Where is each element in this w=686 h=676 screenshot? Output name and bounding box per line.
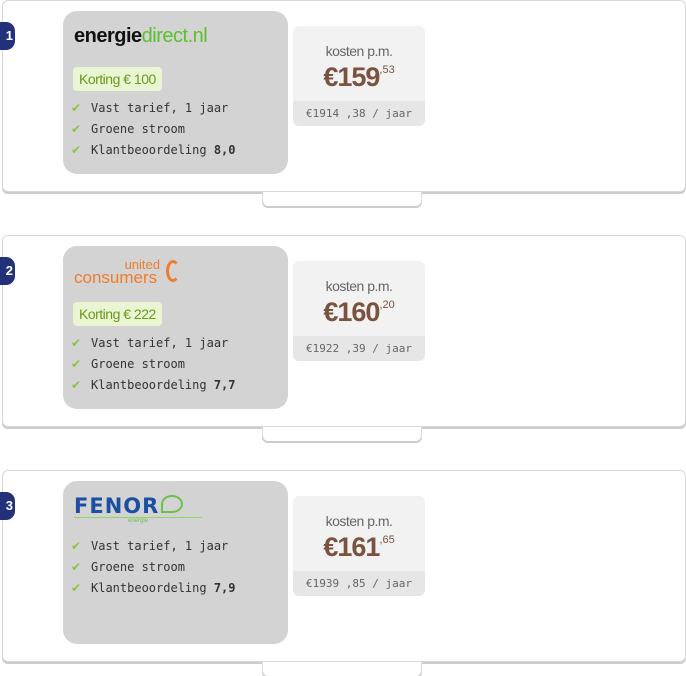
price-main: €160 xyxy=(323,297,380,327)
monthly-price: €161,65 xyxy=(293,532,425,563)
offer-card[interactable]: 2 united consumers Korting € 222 ✔ Vast ta… xyxy=(0,235,686,427)
monthly-price: €160,20 xyxy=(293,297,425,328)
yearly-price: €1922 ,39 / jaar xyxy=(293,336,425,361)
check-icon: ✔ xyxy=(71,581,82,595)
logo-text: FENOR xyxy=(74,494,160,518)
provider-panel[interactable]: energiedirect.nl Korting € 100 ✔ Vast tar… xyxy=(63,11,288,174)
check-icon: ✔ xyxy=(71,378,82,392)
logo-text: consumers xyxy=(74,268,158,287)
yearly-price: €1939 ,85 / jaar xyxy=(293,571,425,596)
feature-item: ✔ Vast tarief, 1 jaar xyxy=(71,539,228,553)
feature-text: Vast tarief, 1 jaar xyxy=(91,539,229,553)
feature-item: ✔ Groene stroom xyxy=(71,357,185,371)
feature-item: ✔ Vast tarief, 1 jaar xyxy=(71,101,228,115)
rating-label: Klantbeoordeling xyxy=(91,143,207,157)
check-icon: ✔ xyxy=(71,122,82,136)
rating-item: ✔ Klantbeoordeling 7,9 xyxy=(71,581,236,595)
price-panel: kosten p.m. €161,65 €1939 ,85 / jaar xyxy=(293,496,425,596)
feature-item: ✔ Groene stroom xyxy=(71,560,185,574)
feature-text: Vast tarief, 1 jaar xyxy=(91,336,229,350)
discount-badge: Korting € 222 xyxy=(73,302,162,326)
check-icon: ✔ xyxy=(71,143,82,157)
feature-text: Groene stroom xyxy=(91,560,185,574)
check-icon: ✔ xyxy=(71,357,82,371)
cost-label: kosten p.m. xyxy=(325,43,393,59)
rating-item: ✔ Klantbeoordeling 7,7 xyxy=(71,378,236,392)
cost-label: kosten p.m. xyxy=(325,278,393,294)
monthly-price: €159,53 xyxy=(293,62,425,93)
provider-logo: united consumers xyxy=(74,258,180,287)
provider-logo: energiedirect.nl xyxy=(74,25,208,51)
price-cents: ,53 xyxy=(379,64,395,76)
price-main: €161 xyxy=(323,532,380,562)
offer-card[interactable]: 3 FENOR energie ✔ Vast tarief, 1 jaar ✔ Groe… xyxy=(0,470,686,662)
logo-c-icon xyxy=(166,260,180,282)
discount-badge: Korting € 100 xyxy=(73,67,162,91)
rating-value: 8,0 xyxy=(213,143,236,157)
card-tab xyxy=(262,427,422,441)
logo-text: energie xyxy=(74,517,202,524)
price-panel: kosten p.m. €160,20 €1922 ,39 / jaar xyxy=(293,261,425,361)
provider-panel[interactable]: FENOR energie ✔ Vast tarief, 1 jaar ✔ Groene… xyxy=(63,481,288,644)
yearly-price: €1914 ,38 / jaar xyxy=(293,101,425,126)
check-icon: ✔ xyxy=(71,101,82,115)
leaf-icon xyxy=(161,495,184,513)
price-main: €159 xyxy=(323,62,380,92)
feature-text: Groene stroom xyxy=(91,122,185,136)
card-tab xyxy=(262,662,422,676)
card-tab xyxy=(262,192,422,206)
check-icon: ✔ xyxy=(71,539,82,553)
feature-text: Vast tarief, 1 jaar xyxy=(91,101,229,115)
rank-badge: 3 xyxy=(0,492,15,520)
provider-logo: FENOR energie xyxy=(74,494,202,524)
cost-label: kosten p.m. xyxy=(325,513,393,529)
price-panel: kosten p.m. €159,53 €1914 ,38 / jaar xyxy=(293,26,425,126)
rating-item: ✔ Klantbeoordeling 8,0 xyxy=(71,143,236,157)
provider-panel[interactable]: united consumers Korting € 222 ✔ Vast tari… xyxy=(63,246,288,409)
check-icon: ✔ xyxy=(71,560,82,574)
price-cents: ,65 xyxy=(379,534,395,546)
rank-badge: 2 xyxy=(0,257,15,285)
feature-item: ✔ Vast tarief, 1 jaar xyxy=(71,336,228,350)
price-cents: ,20 xyxy=(379,299,395,311)
rating-value: 7,7 xyxy=(213,378,236,392)
offer-card[interactable]: 1 energiedirect.nl Korting € 100 ✔ Vast t… xyxy=(0,0,686,192)
logo-text: direct.nl xyxy=(141,25,208,47)
rating-label: Klantbeoordeling xyxy=(91,378,207,392)
logo-text: energie xyxy=(74,25,142,47)
rank-badge: 1 xyxy=(0,22,15,50)
feature-item: ✔ Groene stroom xyxy=(71,122,185,136)
rating-value: 7,9 xyxy=(213,581,236,595)
rating-label: Klantbeoordeling xyxy=(91,581,207,595)
check-icon: ✔ xyxy=(71,336,82,350)
feature-text: Groene stroom xyxy=(91,357,185,371)
